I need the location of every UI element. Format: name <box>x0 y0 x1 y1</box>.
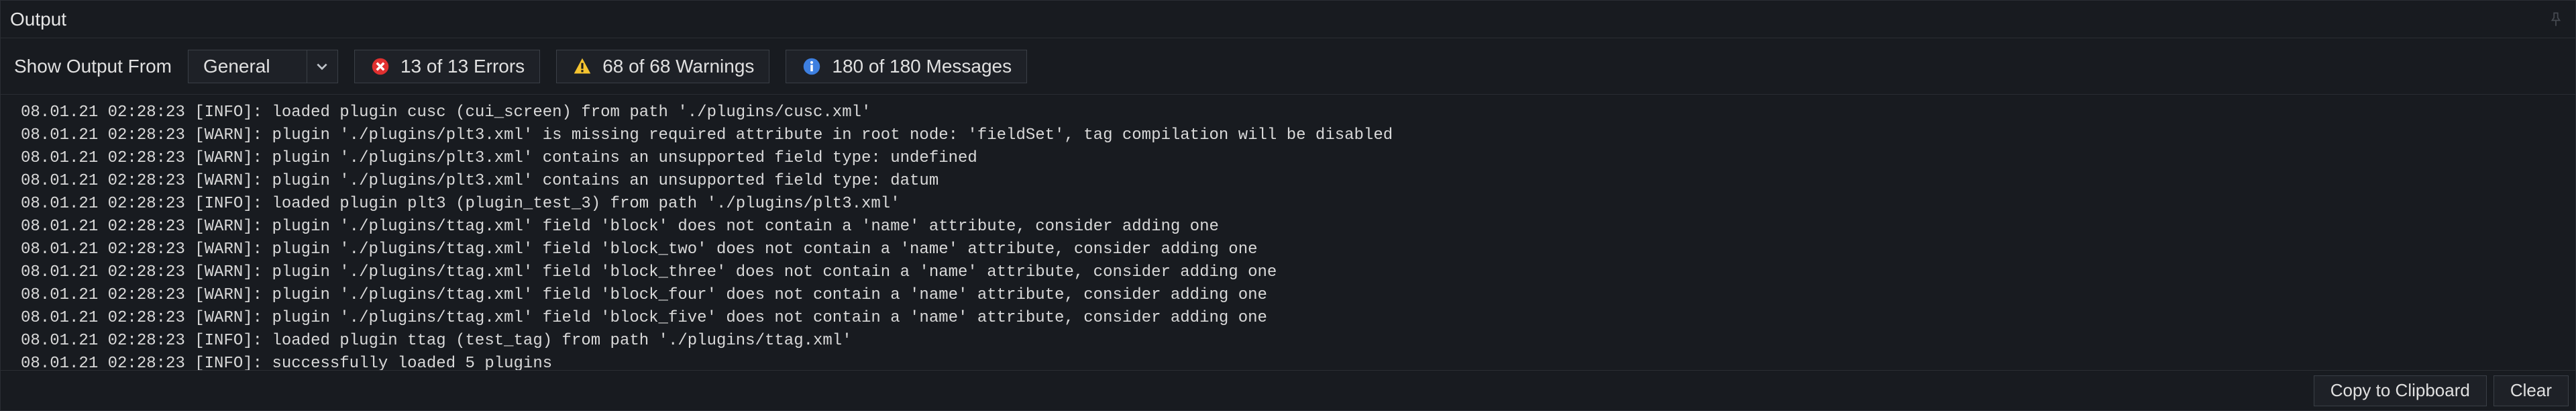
copy-to-clipboard-button[interactable]: Copy to Clipboard <box>2314 375 2487 406</box>
log-line: 08.01.21 02:28:23 [WARN]: plugin './plug… <box>21 284 2575 307</box>
log-line: 08.01.21 02:28:23 [WARN]: plugin './plug… <box>21 124 2575 147</box>
pin-icon[interactable] <box>2546 9 2566 30</box>
log-line: 08.01.21 02:28:23 [WARN]: plugin './plug… <box>21 216 2575 238</box>
log-line: 08.01.21 02:28:23 [INFO]: loaded plugin … <box>21 193 2575 216</box>
info-icon <box>801 56 822 77</box>
output-footer: Copy to Clipboard Clear <box>1 370 2575 410</box>
show-output-from-label: Show Output From <box>14 56 172 77</box>
log-line: 08.01.21 02:28:23 [WARN]: plugin './plug… <box>21 147 2575 170</box>
warning-icon <box>572 56 593 77</box>
log-output-area[interactable]: 08.01.21 02:28:23 [INFO]: loaded plugin … <box>1 95 2575 370</box>
output-toolbar: Show Output From General 13 of 13 Errors <box>1 38 2575 95</box>
source-select-value: General <box>189 56 307 77</box>
chevron-down-icon <box>307 50 337 83</box>
log-line: 08.01.21 02:28:23 [WARN]: plugin './plug… <box>21 238 2575 261</box>
log-line: 08.01.21 02:28:23 [WARN]: plugin './plug… <box>21 170 2575 193</box>
copy-button-label: Copy to Clipboard <box>2330 380 2470 401</box>
clear-button-label: Clear <box>2510 380 2552 401</box>
panel-titlebar: Output <box>1 1 2575 38</box>
clear-button[interactable]: Clear <box>2493 375 2569 406</box>
warnings-filter-button[interactable]: 68 of 68 Warnings <box>556 50 769 83</box>
errors-filter-button[interactable]: 13 of 13 Errors <box>354 50 540 83</box>
output-panel: Output Show Output From General <box>0 0 2576 411</box>
messages-filter-button[interactable]: 180 of 180 Messages <box>786 50 1027 83</box>
log-line: 08.01.21 02:28:23 [INFO]: successfully l… <box>21 353 2575 370</box>
log-line: 08.01.21 02:28:23 [INFO]: loaded plugin … <box>21 101 2575 124</box>
log-line: 08.01.21 02:28:23 [INFO]: loaded plugin … <box>21 330 2575 353</box>
error-icon <box>370 56 391 77</box>
log-line: 08.01.21 02:28:23 [WARN]: plugin './plug… <box>21 261 2575 284</box>
log-line: 08.01.21 02:28:23 [WARN]: plugin './plug… <box>21 307 2575 330</box>
panel-title: Output <box>10 9 66 30</box>
errors-filter-label: 13 of 13 Errors <box>400 56 525 77</box>
messages-filter-label: 180 of 180 Messages <box>832 56 1012 77</box>
warnings-filter-label: 68 of 68 Warnings <box>602 56 754 77</box>
source-select[interactable]: General <box>188 50 338 83</box>
